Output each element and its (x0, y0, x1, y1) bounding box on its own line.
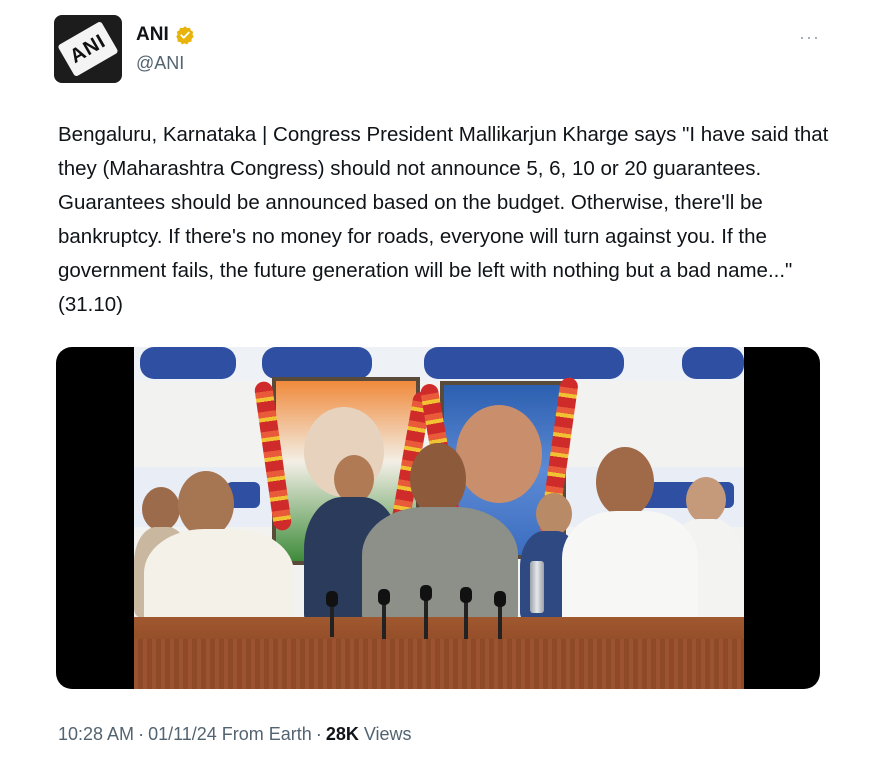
person-body (562, 511, 698, 629)
author-avatar[interactable]: ANI (54, 15, 122, 83)
meta-separator: · (315, 724, 322, 744)
person-head (178, 471, 234, 537)
tweet-media-video[interactable] (56, 347, 820, 689)
press-conference-photo (134, 347, 744, 689)
banner-script-glyph (682, 347, 744, 379)
person-head (142, 487, 180, 531)
avatar-logo-text: ANI (66, 29, 110, 68)
tweet-date-source[interactable]: 01/11/24 From Earth (148, 724, 312, 745)
person-head (686, 477, 726, 523)
table-front (134, 639, 744, 689)
microphone-head (378, 589, 390, 605)
banner-script-glyph (140, 347, 236, 379)
banner-script-glyph (424, 347, 624, 379)
tweet-meta: 10:28 AM · 01/11/24 From Earth · 28K Vie… (58, 724, 412, 745)
tweet-text: Bengaluru, Karnataka | Congress Presiden… (58, 123, 829, 316)
tweet-card: ANI ANI @ANI ··· Bengaluru, Karnataka | … (0, 0, 882, 762)
person-head (334, 455, 374, 503)
person-head (536, 493, 572, 535)
microphone-head (326, 591, 338, 607)
person-head (596, 447, 654, 517)
water-bottle (530, 561, 544, 613)
author-handle[interactable]: @ANI (136, 53, 184, 74)
banner-script-glyph (262, 347, 372, 379)
person-head (410, 443, 466, 515)
microphone-head (494, 591, 506, 607)
author-name-row: ANI (136, 24, 195, 46)
views-label: Views (363, 724, 412, 744)
more-dots-icon[interactable]: ··· (799, 28, 820, 46)
views-count: 28K (325, 724, 359, 744)
verified-badge-icon[interactable] (175, 25, 195, 45)
portrait-face-right (456, 405, 542, 503)
microphone-head (460, 587, 472, 603)
author-display-name[interactable]: ANI (136, 24, 169, 46)
meta-separator: · (138, 724, 145, 744)
microphone-head (420, 585, 432, 601)
tweet-time[interactable]: 10:28 AM (58, 724, 134, 745)
